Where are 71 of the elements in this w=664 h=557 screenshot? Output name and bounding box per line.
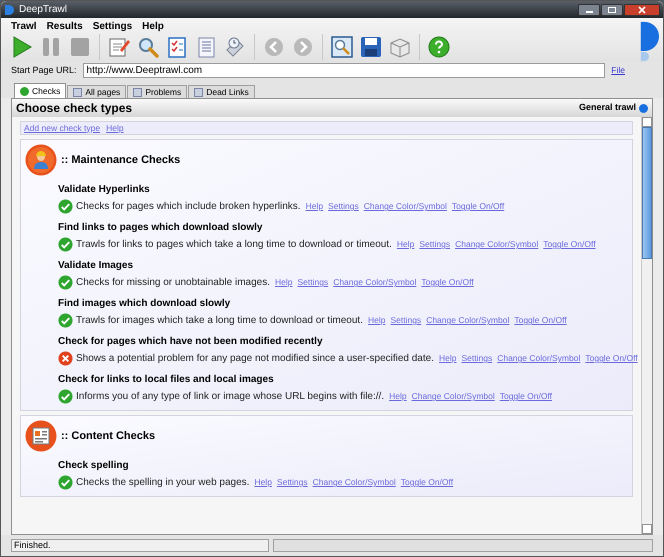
action-link[interactable]: Toggle On/Off (421, 276, 474, 289)
check-description: Trawls for images which take a long time to download or timeout. (76, 314, 363, 328)
check-title: Check spelling (58, 460, 130, 472)
check-title: Validate Hyperlinks (58, 184, 151, 196)
action-link[interactable]: Toggle On/Off (514, 314, 567, 327)
action-link[interactable]: Toggle On/Off (543, 238, 596, 251)
scrollbar[interactable] (641, 117, 652, 534)
top-link[interactable]: Help (106, 122, 124, 134)
zoom-button[interactable] (329, 34, 355, 60)
check-description: Trawls for links to pages which take a long time to download or timeout. (76, 238, 392, 252)
top-link[interactable]: Add new check type (24, 122, 100, 134)
check-description: Checks the spelling in your web pages. (76, 476, 250, 490)
panel-title: Choose check types (16, 100, 132, 117)
check-title: Validate Images (58, 260, 134, 272)
tab[interactable]: Dead Links (188, 85, 255, 98)
action-link[interactable]: Settings (328, 200, 359, 213)
action-link[interactable]: Help (389, 390, 407, 403)
check-description: Shows a potential problem for any page not modified since a user-specified date. (76, 352, 434, 366)
action-link[interactable]: Toggle On/Off (452, 200, 504, 213)
worker-icon (25, 144, 57, 176)
menu-item[interactable]: Help (142, 19, 164, 34)
menu-item[interactable]: Settings (92, 19, 132, 34)
check-description: Informs you of any type of link or image whose URL begins with file://. (76, 390, 384, 404)
check-description: Checks for pages which include broken hyperlinks. (76, 200, 301, 214)
action-link[interactable]: Change Color/Symbol (312, 476, 396, 489)
close-button[interactable] (624, 4, 660, 16)
action-link[interactable]: Change Color/Symbol (333, 276, 416, 289)
file-link[interactable]: File (611, 64, 625, 77)
document-icon (25, 420, 57, 452)
action-link[interactable]: Help (439, 352, 456, 365)
url-label: Start Page URL: (11, 64, 77, 77)
action-link[interactable]: Help (254, 476, 272, 489)
trawl-mode: General trawl (578, 101, 636, 114)
tab[interactable]: Checks (14, 83, 66, 98)
close-icon (638, 6, 646, 14)
action-link[interactable]: Change Color/Symbol (497, 352, 580, 365)
action-link[interactable]: Settings (419, 238, 450, 251)
check-title: Find links to pages which download slowly (58, 222, 264, 234)
status-text: Finished. (11, 539, 269, 552)
action-link[interactable]: Settings (297, 276, 328, 289)
check-description: Checks for missing or unobtainable images. (76, 276, 270, 290)
action-link[interactable]: Help (274, 276, 292, 289)
check-title: Check for links to local files and local images (58, 374, 275, 386)
app-icon (4, 4, 15, 16)
action-link[interactable]: Toggle On/Off (585, 352, 638, 365)
action-link[interactable]: Settings (390, 314, 422, 327)
action-link[interactable]: Settings (276, 476, 308, 489)
save-button[interactable] (358, 34, 384, 60)
url-field[interactable]: http://www.Deeptrawl.com (82, 63, 606, 78)
action-link[interactable]: Help (306, 200, 324, 213)
tab[interactable]: All pages (67, 85, 126, 98)
action-link[interactable]: Help (368, 314, 386, 327)
action-link[interactable]: Change Color/Symbol (364, 200, 447, 213)
action-link[interactable]: Toggle On/Off (500, 390, 552, 403)
action-link[interactable]: Change Color/Symbol (412, 390, 495, 403)
action-link[interactable]: Change Color/Symbol (455, 238, 538, 251)
check-title: Check for pages which have not been modified recently (58, 336, 324, 348)
action-link[interactable]: Toggle On/Off (400, 476, 454, 489)
check-title: Find images which download slowly (58, 298, 232, 310)
minimize-button[interactable] (578, 4, 600, 16)
menu-item[interactable]: Trawl (11, 19, 37, 34)
action-link[interactable]: Change Color/Symbol (426, 314, 510, 327)
section-title: :: Maintenance Checks (61, 152, 180, 168)
action-link[interactable]: Help (396, 238, 414, 251)
tab[interactable]: Problems (127, 85, 188, 98)
section-title: :: Content Checks (61, 428, 156, 444)
window-title: DeepTrawl (19, 3, 67, 17)
menu-item[interactable]: Results (46, 19, 83, 34)
help-button[interactable] (426, 34, 452, 60)
maximize-button[interactable] (601, 4, 623, 16)
action-link[interactable]: Settings (461, 352, 492, 365)
